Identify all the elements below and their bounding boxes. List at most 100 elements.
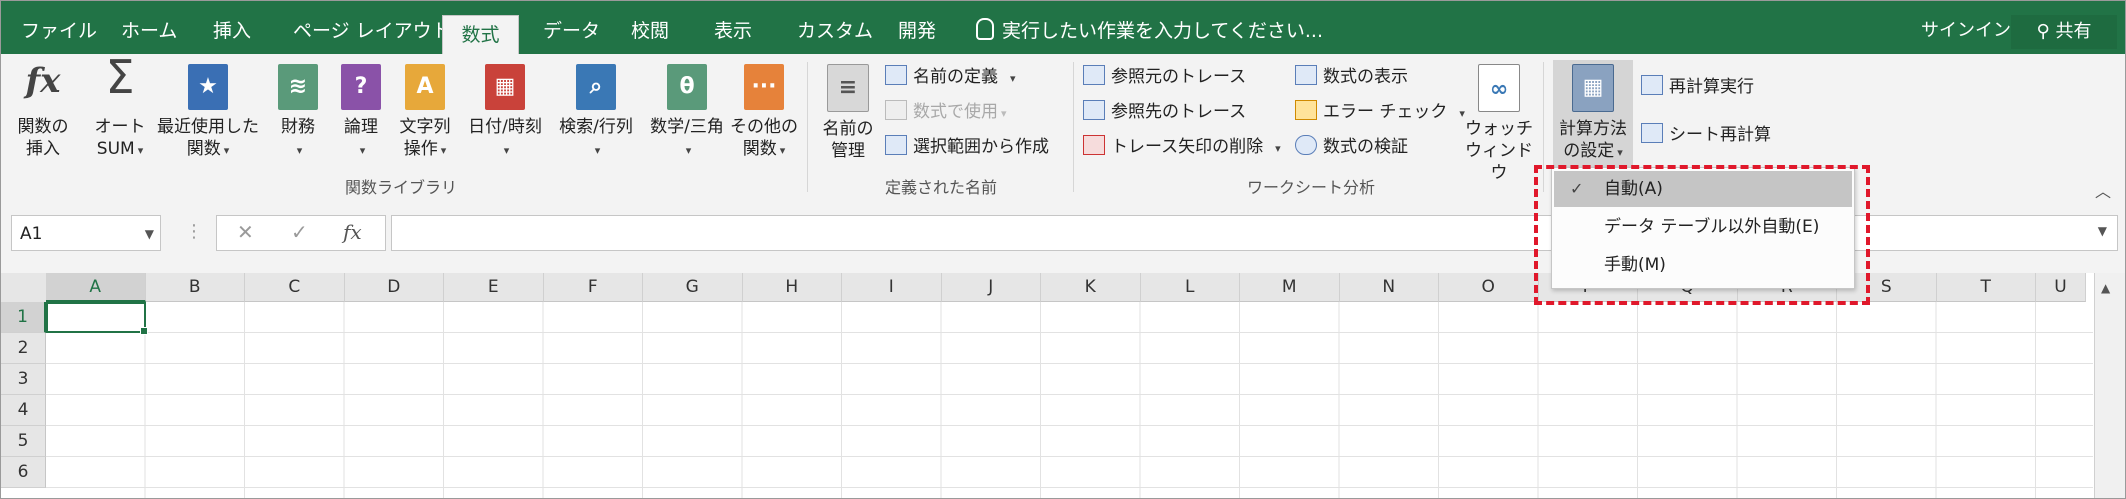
calculate-sheet-button[interactable]: シート再計算 (1641, 120, 1771, 150)
recently-used-button[interactable]: ★ 最近使用した 関数 ▾ (153, 64, 263, 162)
tell-me-box[interactable]: 実行したい作業を入力してください... (976, 1, 1323, 54)
name-tag-small-icon (885, 65, 907, 85)
column-header[interactable]: O (1439, 273, 1539, 302)
autosum-label-2: SUM (96, 139, 135, 159)
logical-button[interactable]: ? 論理 ▾ (336, 64, 386, 162)
fx-icon: fx (25, 61, 61, 101)
chevron-down-icon[interactable]: ▼ (145, 216, 154, 252)
tab-insert[interactable]: 挿入 (213, 1, 251, 54)
tab-custom[interactable]: カスタム (797, 1, 873, 54)
show-formulas-icon (1295, 65, 1317, 85)
column-header[interactable]: G (643, 273, 743, 302)
tab-review[interactable]: 校閲 (631, 1, 669, 54)
collapse-ribbon-icon[interactable]: ︿ (2095, 178, 2111, 202)
watch-window-button[interactable]: ∞ ウォッチ ウィンドウ (1461, 64, 1537, 184)
magnifier-book-icon: ⌕ (576, 64, 616, 110)
calculation-options-button[interactable]: ▦ 計算方法 の設定 ▾ (1553, 60, 1633, 172)
vertical-scrollbar[interactable]: ▲ (2094, 273, 2125, 498)
math-trig-button[interactable]: θ 数学/三角 ▾ (642, 64, 732, 162)
sign-in-link[interactable]: サインイン (1921, 1, 2011, 54)
scroll-up-icon[interactable]: ▲ (2101, 281, 2110, 295)
error-checking-label: エラー チェック (1323, 102, 1448, 122)
tab-view[interactable]: 表示 (714, 1, 752, 54)
chevron-down-icon: ▾ (1001, 107, 1007, 120)
column-header[interactable]: A (46, 273, 146, 302)
tab-data[interactable]: データ (543, 1, 600, 54)
tab-developer[interactable]: 開発 (898, 1, 936, 54)
row-header[interactable]: 4 (1, 395, 46, 426)
ribbon-tab-bar: ファイル ホーム 挿入 ページ レイアウト 数式 データ 校閲 表示 カスタム … (1, 1, 2125, 55)
autosum-label-1: オート (94, 117, 146, 137)
column-header[interactable]: U (2036, 273, 2086, 302)
financial-button[interactable]: ≋ 財務 ▾ (273, 64, 323, 162)
lookup-reference-button[interactable]: ⌕ 検索/行列 ▾ (551, 64, 641, 162)
chevron-down-icon: ▾ (1275, 142, 1281, 155)
trace-precedents-button[interactable]: 参照元のトレース (1083, 62, 1246, 92)
column-header[interactable]: C (245, 273, 345, 302)
tab-formulas[interactable]: 数式 (442, 15, 519, 55)
column-header[interactable]: B (145, 273, 245, 302)
insert-function-button[interactable]: fx 関数の 挿入 (13, 64, 73, 160)
cell-area[interactable] (46, 302, 2093, 498)
fill-handle[interactable] (140, 327, 148, 335)
column-header[interactable]: I (842, 273, 942, 302)
chevron-down-icon: ▾ (503, 144, 510, 157)
tab-page-layout[interactable]: ページ レイアウト (293, 1, 451, 54)
enter-icon[interactable]: ✓ (291, 220, 308, 244)
column-header[interactable]: M (1240, 273, 1340, 302)
active-cell-a1[interactable] (46, 302, 148, 335)
show-formulas-button[interactable]: 数式の表示 (1295, 62, 1408, 92)
name-box-value: A1 (20, 224, 43, 244)
define-name-button[interactable]: 名前の定義 ▾ (885, 62, 1016, 94)
financial-label: 財務 (281, 117, 315, 137)
remove-arrows-button[interactable]: トレース矢印の削除 ▾ (1083, 132, 1281, 164)
text-button[interactable]: A 文字列 操作 ▾ (394, 64, 456, 162)
column-header[interactable]: T (1936, 273, 2036, 302)
warning-icon (1295, 100, 1317, 120)
date-time-button[interactable]: ▦ 日付/時刻 ▾ (460, 64, 550, 162)
row-header[interactable]: 2 (1, 333, 46, 364)
calculate-now-button[interactable]: 再計算実行 (1641, 72, 1754, 102)
watch-window-label-2: ウィンドウ (1465, 141, 1533, 183)
show-formulas-label: 数式の表示 (1323, 67, 1408, 87)
chevron-down-icon: ▾ (296, 144, 303, 157)
name-manager-button[interactable]: ≡ 名前の 管理 (815, 64, 881, 162)
tab-file[interactable]: ファイル (21, 1, 97, 54)
column-header[interactable]: J (941, 273, 1041, 302)
error-checking-button[interactable]: エラー チェック ▾ (1295, 97, 1465, 129)
column-header[interactable]: H (742, 273, 842, 302)
sheet-calc-icon (1641, 123, 1663, 143)
insert-function-icon[interactable]: fx (343, 220, 362, 244)
row-header[interactable]: 5 (1, 426, 46, 457)
create-from-selection-button[interactable]: 選択範囲から作成 (885, 132, 1049, 162)
calendar-book-icon: ▦ (485, 64, 525, 110)
row-header[interactable]: 3 (1, 364, 46, 395)
column-header[interactable]: N (1339, 273, 1439, 302)
table-small-icon (885, 135, 907, 155)
column-header[interactable]: F (543, 273, 643, 302)
column-header[interactable]: E (444, 273, 544, 302)
question-book-icon: ? (341, 64, 381, 110)
tab-home[interactable]: ホーム (121, 1, 177, 54)
row-header[interactable]: 6 (1, 457, 46, 488)
trace-dependents-button[interactable]: 参照先のトレース (1083, 97, 1246, 127)
cancel-icon[interactable]: ✕ (237, 220, 254, 244)
column-header[interactable]: D (344, 273, 444, 302)
chevron-down-icon: ▾ (440, 144, 447, 157)
name-box[interactable]: A1 ▼ (11, 215, 161, 251)
chevron-down-icon: ▾ (1010, 72, 1016, 85)
excel-window: ファイル ホーム 挿入 ページ レイアウト 数式 データ 校閲 表示 カスタム … (0, 0, 2126, 499)
column-header[interactable]: K (1041, 273, 1141, 302)
more-functions-button[interactable]: ··· その他の 関数 ▾ (729, 64, 799, 162)
watch-window-label-1: ウォッチ (1465, 119, 1533, 139)
column-header[interactable]: L (1140, 273, 1240, 302)
select-all-corner[interactable] (1, 273, 47, 303)
star-book-icon: ★ (188, 64, 228, 110)
share-button[interactable]: ⚲ 共有 (2011, 15, 2117, 49)
row-header[interactable]: 1 (1, 302, 46, 333)
define-name-label: 名前の定義 (913, 67, 998, 87)
chevron-down-icon[interactable]: ▼ (2098, 224, 2107, 238)
autosum-button[interactable]: Σ オート SUM ▾ (89, 54, 151, 162)
evaluate-formula-button[interactable]: 数式の検証 (1295, 132, 1408, 162)
lookup-label: 検索/行列 (559, 117, 633, 137)
